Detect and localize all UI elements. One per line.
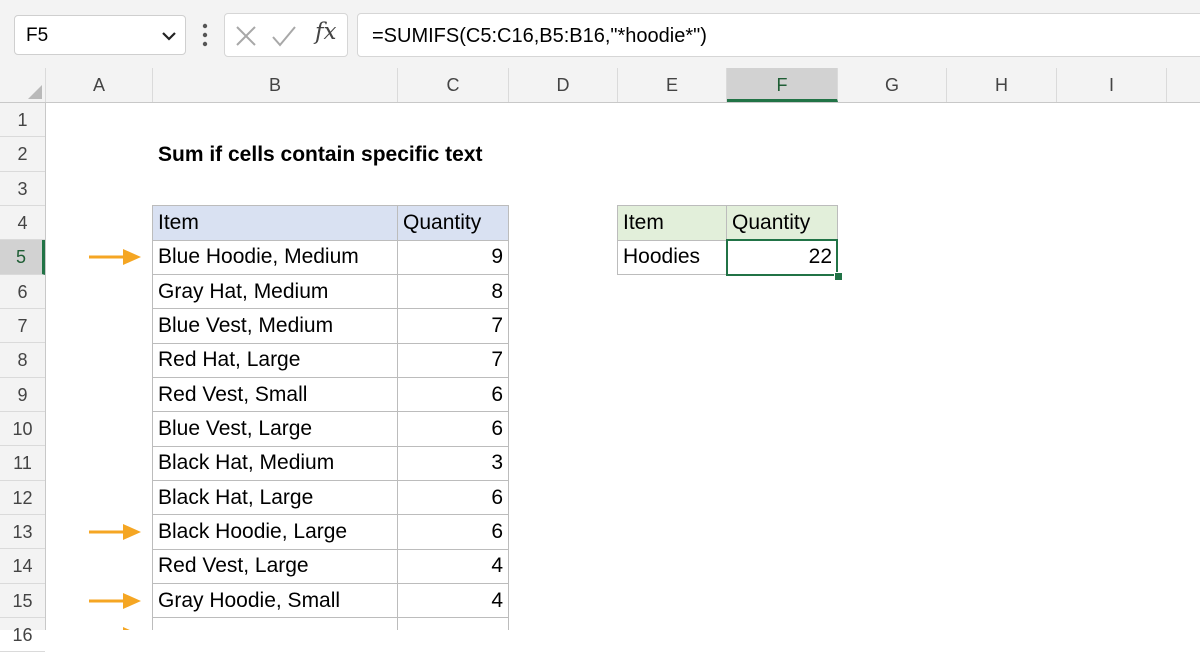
row-header-15[interactable]: 15 [0, 584, 45, 618]
table-row-item[interactable]: Blue Vest, Large [153, 411, 398, 447]
row-header-14[interactable]: 14 [0, 549, 45, 584]
table-row-item[interactable]: Blue Hoodie, Medium [153, 240, 398, 276]
table-row-quantity[interactable]: 6 [398, 377, 509, 413]
row-header-6[interactable]: 6 [0, 275, 45, 309]
column-header-e[interactable]: E [618, 68, 727, 102]
column-header-c[interactable]: C [398, 68, 509, 102]
sheet-title: Sum if cells contain specific text [158, 143, 483, 167]
table-row-quantity[interactable]: 4 [398, 549, 509, 585]
formula-bar: F5 fx =SUMIFS(C5:C16,B5:B16,"*hoodie*") [0, 0, 1200, 68]
summary-row-item[interactable]: Hoodies [618, 240, 727, 276]
row-header-10[interactable]: 10 [0, 412, 45, 447]
column-header-d[interactable]: D [509, 68, 618, 102]
row-header-7[interactable]: 7 [0, 309, 45, 344]
arrow-right-icon [89, 249, 141, 266]
more-options-icon[interactable] [200, 22, 210, 50]
data-table-header-item[interactable]: Item [153, 205, 398, 241]
column-header-g[interactable]: G [838, 68, 947, 102]
arrow-right-icon [89, 592, 141, 609]
row-header-11[interactable]: 11 [0, 446, 45, 481]
name-box-value: F5 [26, 25, 49, 46]
table-row-quantity[interactable] [398, 617, 509, 630]
table-row-quantity[interactable]: 7 [398, 308, 509, 344]
column-header-a[interactable]: A [46, 68, 153, 102]
row-header-3[interactable]: 3 [0, 172, 45, 206]
table-row-item[interactable]: Red Hat, Large [153, 343, 398, 379]
summary-table-left-border [617, 205, 618, 275]
arrow-right-icon [89, 524, 141, 541]
table-row-quantity[interactable]: 6 [398, 480, 509, 516]
active-cell-outline [726, 239, 838, 276]
formula-input[interactable]: =SUMIFS(C5:C16,B5:B16,"*hoodie*") [357, 13, 1200, 57]
table-row-quantity[interactable]: 9 [398, 240, 509, 276]
column-header-f[interactable]: F [727, 68, 838, 102]
data-table-header-quantity[interactable]: Quantity [398, 205, 509, 241]
row-header-9[interactable]: 9 [0, 378, 45, 412]
table-row-item[interactable] [153, 617, 398, 630]
row-header-1[interactable]: 1 [0, 103, 45, 138]
row-header-16[interactable]: 16 [0, 618, 45, 652]
column-headers: ABCDEFGHI [0, 68, 1200, 103]
table-row-item[interactable]: Black Hat, Large [153, 480, 398, 516]
select-all-triangle-icon [28, 85, 42, 99]
table-row-item[interactable]: Gray Hat, Medium [153, 274, 398, 310]
data-table-left-border [152, 205, 153, 630]
table-row-item[interactable]: Gray Hoodie, Small [153, 583, 398, 619]
row-header-5[interactable]: 5 [0, 240, 45, 275]
x-icon[interactable] [235, 25, 257, 47]
row-header-4[interactable]: 4 [0, 206, 45, 241]
table-row-item[interactable]: Black Hat, Medium [153, 446, 398, 482]
summary-header-quantity[interactable]: Quantity [727, 205, 838, 241]
table-row-quantity[interactable]: 8 [398, 274, 509, 310]
formula-text: =SUMIFS(C5:C16,B5:B16,"*hoodie*") [372, 25, 707, 47]
table-row-item[interactable]: Black Hoodie, Large [153, 514, 398, 550]
row-header-12[interactable]: 12 [0, 481, 45, 515]
table-row-item[interactable]: Red Vest, Large [153, 549, 398, 585]
cell-area[interactable]: Sum if cells contain specific text Item Qu… [46, 103, 1200, 630]
column-header-h[interactable]: H [947, 68, 1057, 102]
row-header-2[interactable]: 2 [0, 137, 45, 172]
row-headers: 1 2 3 4 5 6 7 8 9 10 11 12 13 14 15 16 [0, 103, 46, 652]
fx-icon[interactable]: fx [315, 19, 336, 45]
data-table-top-border [152, 204, 509, 206]
column-header-b[interactable]: B [153, 68, 398, 102]
table-row-quantity[interactable]: 4 [398, 583, 509, 619]
table-row-quantity[interactable]: 6 [398, 411, 509, 447]
table-row-quantity[interactable]: 6 [398, 514, 509, 550]
table-row-item[interactable]: Blue Vest, Medium [153, 308, 398, 344]
summary-table-top-border [617, 204, 838, 206]
chevron-down-icon[interactable] [161, 29, 177, 43]
formula-actions: fx [224, 13, 348, 57]
name-box[interactable]: F5 [14, 15, 186, 55]
row-header-8[interactable]: 8 [0, 343, 45, 378]
check-icon[interactable] [271, 24, 297, 48]
table-row-quantity[interactable]: 7 [398, 343, 509, 379]
table-row-item[interactable]: Red Vest, Small [153, 377, 398, 413]
fill-handle[interactable] [834, 271, 843, 281]
spreadsheet-grid: ABCDEFGHI 1 2 3 4 5 6 7 8 9 10 11 12 13 14 15 16 Sum if… [0, 68, 1200, 652]
table-row-quantity[interactable]: 3 [398, 446, 509, 482]
row-header-13[interactable]: 13 [0, 515, 45, 550]
column-header-i[interactable]: I [1057, 68, 1167, 102]
select-all-button[interactable] [0, 68, 46, 102]
summary-header-item[interactable]: Item [618, 205, 727, 241]
